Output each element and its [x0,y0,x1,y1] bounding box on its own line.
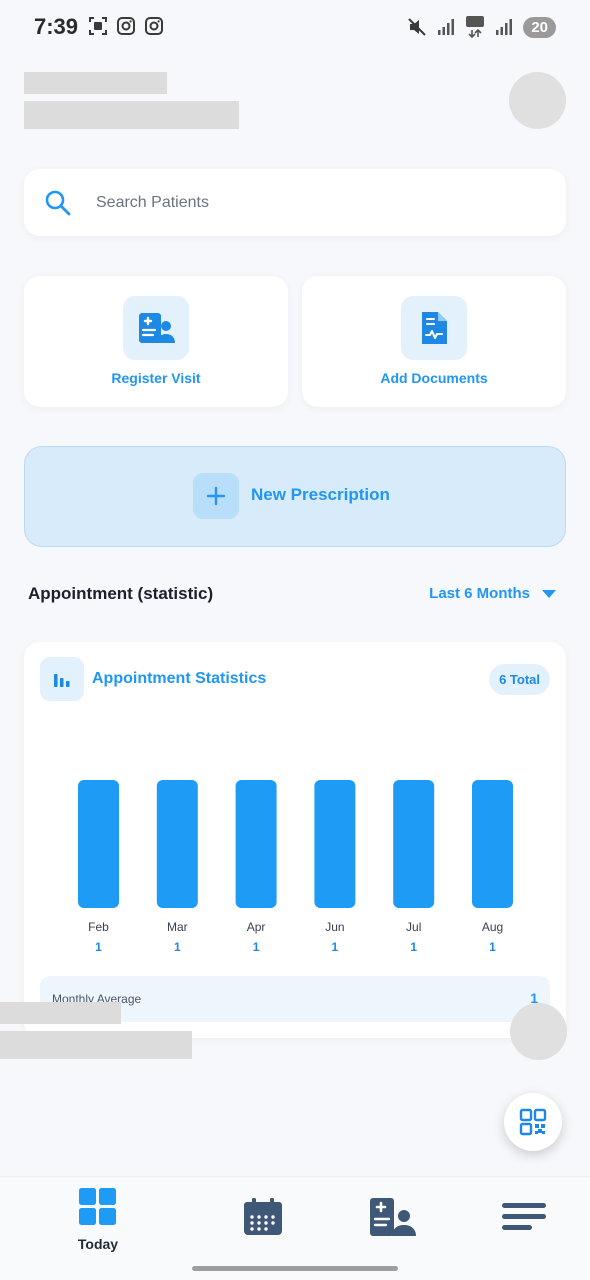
chart-category-label: Jul [406,920,421,934]
nav-item-menu[interactable] [479,1201,569,1238]
screenshot-icon [89,17,107,35]
new-prescription-label: New Prescription [251,485,390,504]
chart-value-label: 1 [410,940,417,954]
status-left-icons [88,16,164,36]
chart-value-label: 1 [253,940,260,954]
greeting-skeleton [24,72,167,94]
home-indicator[interactable] [192,1266,398,1271]
add-documents-label: Add Documents [380,370,488,386]
register-visit-icon [139,313,175,343]
qr-code-icon [519,1108,547,1136]
signal-icon [496,19,513,35]
document-icon [422,312,447,344]
search-icon [45,190,71,216]
chart-bar-feb [78,780,119,908]
chart-bar-mar [156,780,198,908]
battery-indicator: 20 [523,16,556,38]
qr-scan-button[interactable] [504,1093,562,1151]
appointment-statistics-card: Appointment Statistics 6 Total Feb 1 Mar 1 A… [24,642,566,1038]
nav-item-today[interactable]: Today [53,1187,143,1252]
chart-category-label: Feb [88,920,109,934]
plus-icon [206,486,226,506]
avatar[interactable] [509,72,566,129]
doctor-name-skeleton [24,101,239,129]
chart-category-label: Jun [325,920,344,934]
signal-icon [438,19,455,35]
menu-icon [502,1203,546,1230]
loading-skeleton-line [0,1002,121,1024]
loading-avatar [510,1003,567,1060]
calendar-icon [244,1198,282,1235]
status-right-icons: 20 [407,16,556,38]
chart-bar-jun [314,780,356,908]
loading-skeleton-line [0,1031,192,1059]
plus-icon-box [193,473,239,519]
register-visit-label: Register Visit [111,370,201,386]
patient-record-icon [370,1198,416,1236]
chart-category-label: Apr [247,920,266,934]
appointment-bar-chart: Feb 1 Mar 1 Apr 1 Jun 1 Jul 1 Aug 1 [78,780,513,954]
nav-item-calendar[interactable] [218,1197,308,1242]
chart-value-label: 1 [174,940,181,954]
chart-bar-apr [235,780,277,908]
instagram-icon [117,17,135,35]
add-documents-icon-box [401,296,467,360]
appointment-section-title: Appointment (statistic) [28,584,214,603]
5g-icon [466,16,485,38]
period-dropdown-label: Last 6 Months [429,585,530,602]
period-dropdown[interactable]: Last 6 Months [429,585,556,602]
chart-bar-aug [472,780,513,908]
chevron-down-icon [542,589,556,598]
search-input[interactable] [96,183,536,223]
nav-label-today: Today [77,1236,119,1252]
new-prescription-button[interactable]: New Prescription [24,446,566,547]
chart-category-label: Mar [167,920,188,934]
chart-value-label: 1 [95,940,102,954]
add-documents-button[interactable]: Add Documents [302,276,566,407]
register-visit-icon-box [123,296,189,360]
dashboard-icon [79,1188,116,1225]
instagram-icon [145,17,163,35]
search-bar[interactable] [24,169,566,236]
status-bar: 7:39 20 [0,0,590,56]
status-time: 7:39 [34,14,79,39]
chart-bar-jul [393,780,435,908]
register-visit-button[interactable]: Register Visit [24,276,288,407]
chart-value-label: 1 [489,940,496,954]
mute-icon [408,18,427,36]
bottom-navigation: Today [0,1176,590,1280]
chart-category-label: Aug [482,920,503,934]
chart-value-label: 1 [332,940,339,954]
nav-item-patients[interactable] [347,1197,437,1242]
